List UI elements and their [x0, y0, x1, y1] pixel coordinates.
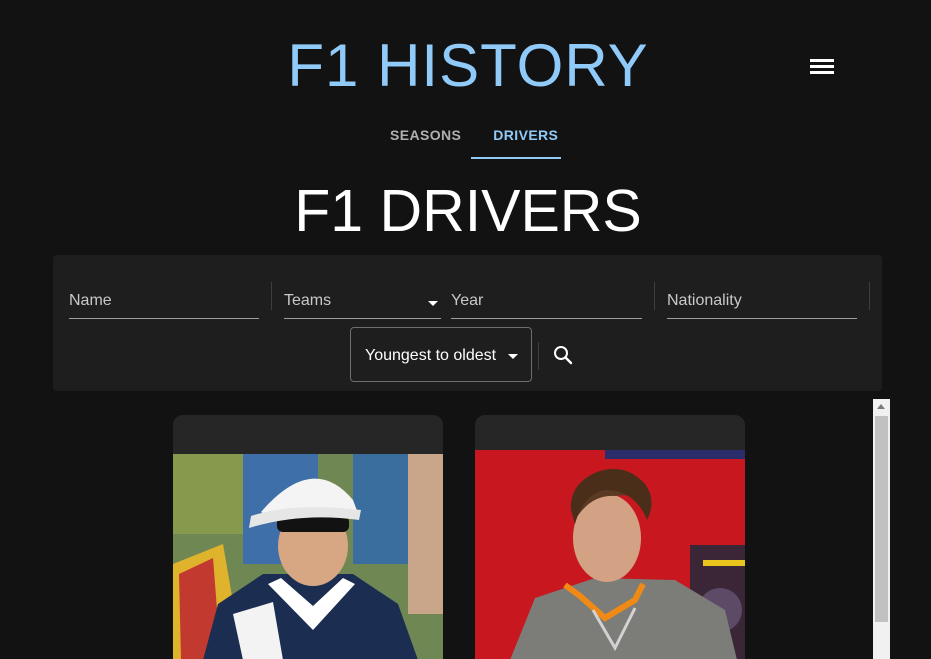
- name-input-label: Name: [69, 292, 112, 309]
- sort-order-select[interactable]: Youngest to oldest: [350, 327, 532, 382]
- driver-photo: [173, 454, 443, 659]
- teams-select-label: Teams: [284, 292, 332, 309]
- field-divider: [869, 282, 870, 310]
- nationality-input-label: Nationality: [667, 292, 742, 309]
- search-icon[interactable]: [548, 340, 578, 370]
- sort-order-value: Youngest to oldest: [365, 347, 497, 364]
- tab-seasons[interactable]: SEASONS: [374, 112, 477, 158]
- scroll-up-arrow-icon[interactable]: [877, 404, 885, 409]
- app-title: F1 HISTORY: [287, 32, 649, 99]
- year-input-label: Year: [451, 292, 484, 309]
- nationality-input[interactable]: Nationality: [667, 287, 857, 319]
- driver-card[interactable]: [173, 415, 443, 659]
- scrollbar-thumb[interactable]: [875, 416, 888, 622]
- year-input[interactable]: Year: [451, 287, 642, 319]
- field-divider: [271, 282, 272, 310]
- chevron-down-icon: [508, 354, 518, 359]
- tab-bar: SEASONS DRIVERS: [374, 112, 574, 160]
- teams-select[interactable]: Teams: [284, 287, 441, 319]
- tab-drivers[interactable]: DRIVERS: [477, 112, 574, 158]
- hamburger-menu-icon[interactable]: [806, 53, 838, 81]
- field-divider: [538, 342, 539, 370]
- chevron-down-icon: [428, 301, 438, 306]
- name-input[interactable]: Name: [69, 287, 259, 319]
- filter-panel: Name Teams Year Nationality Youngest to …: [53, 255, 882, 391]
- field-divider: [654, 282, 655, 310]
- driver-photo: [475, 450, 745, 659]
- vertical-scrollbar[interactable]: [873, 399, 890, 659]
- active-tab-indicator: [471, 157, 561, 159]
- driver-card[interactable]: [475, 415, 745, 659]
- page-title: F1 DRIVERS: [294, 178, 642, 244]
